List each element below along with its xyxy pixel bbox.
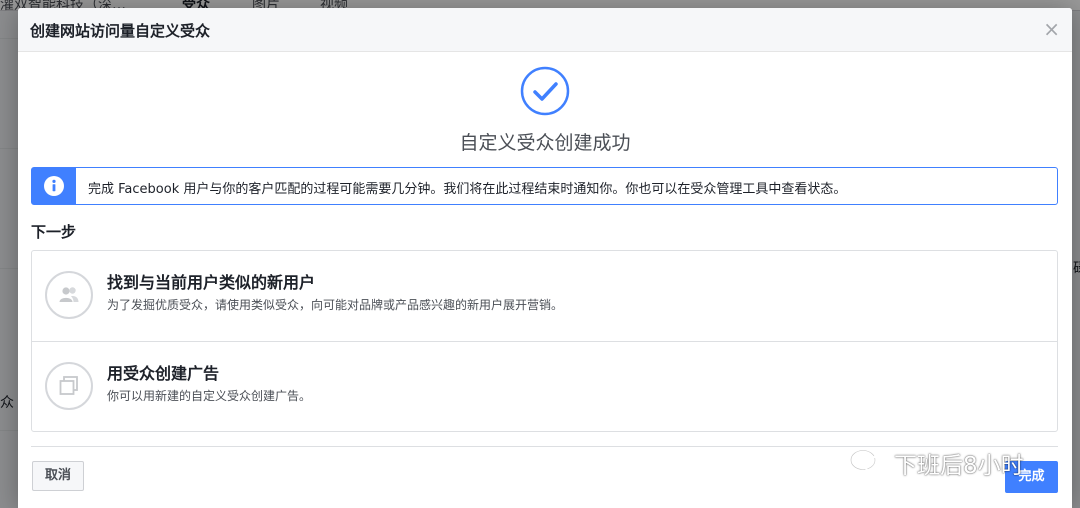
create-audience-dialog: 创建网站访问量自定义受众 × 自定义受众创建成功 完成 Facebook 用户与… [18, 8, 1072, 508]
option-description: 为了发掘优质受众，请使用类似受众，向可能对品牌或产品感兴趣的新用户展开营销。 [107, 298, 564, 312]
close-icon[interactable]: × [1043, 18, 1060, 40]
success-title: 自定义受众创建成功 [459, 132, 631, 154]
watermark-text: 下班后8小时 [894, 453, 1024, 479]
dialog-header: 创建网站访问量自定义受众 × [18, 8, 1072, 52]
next-steps-list: 找到与当前用户类似的新用户 为了发掘优质受众，请使用类似受众，向可能对品牌或产品… [31, 250, 1058, 432]
option-description: 你可以用新建的自定义受众创建广告。 [107, 389, 312, 403]
option-title: 找到与当前用户类似的新用户 [107, 273, 316, 292]
info-text: 完成 Facebook 用户与你的客户匹配的过程可能需要几分钟。我们将在此过程结… [88, 182, 847, 197]
cancel-button[interactable]: 取消 [32, 461, 84, 491]
option-create-ad[interactable]: 用受众创建广告 你可以用新建的自定义受众创建广告。 [32, 341, 1057, 432]
option-find-lookalike-users[interactable]: 找到与当前用户类似的新用户 为了发掘优质受众，请使用类似受众，向可能对品牌或产品… [32, 251, 1057, 341]
next-steps-title: 下一步 [31, 223, 77, 241]
people-icon [45, 271, 93, 319]
success-check-icon [520, 66, 570, 116]
info-icon-box [32, 168, 76, 204]
option-title: 用受众创建广告 [107, 364, 220, 383]
wechat-icon [850, 449, 886, 474]
info-icon [44, 176, 64, 196]
copy-ad-icon [45, 362, 93, 410]
dialog-title: 创建网站访问量自定义受众 [30, 22, 211, 40]
info-banner: 完成 Facebook 用户与你的客户匹配的过程可能需要几分钟。我们将在此过程结… [31, 167, 1058, 205]
